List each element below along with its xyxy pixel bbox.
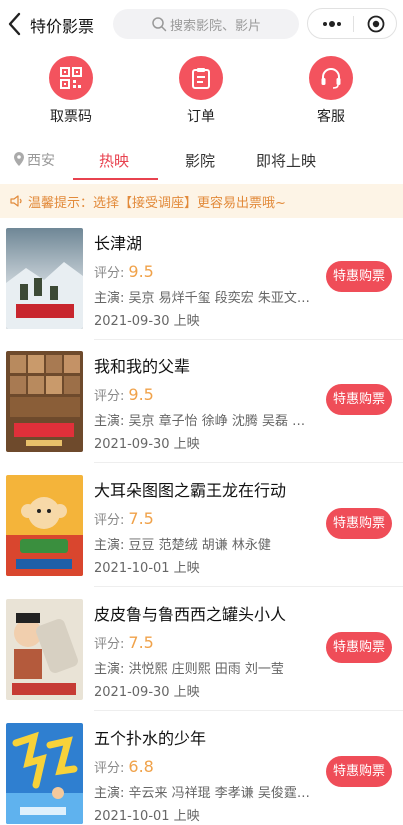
- location-pin-icon: [14, 152, 24, 166]
- tab-cinemas[interactable]: 影院: [185, 150, 215, 171]
- movie-title: 大耳朵图图之霸王龙在行动: [94, 481, 287, 500]
- movie-item[interactable]: 长津湖 评分: 9.5 主演: 吴京 易烊千玺 段奕宏 朱亚文… 2021-09-…: [0, 228, 403, 352]
- movie-item[interactable]: 皮皮鲁与鲁西西之罐头小人 评分: 7.5 主演: 洪悦熙 庄则熙 田雨 刘一莹 2…: [0, 599, 403, 723]
- movie-score-row: 评分: 7.5: [94, 509, 154, 528]
- movie-poster: [6, 475, 83, 576]
- buy-ticket-button[interactable]: 特惠购票: [326, 756, 392, 787]
- capsule-divider: [353, 16, 354, 32]
- score-label: 评分:: [94, 637, 125, 652]
- nav-bar: 特价影票 搜索影院、影片: [0, 0, 403, 48]
- tab-bar: 西安 热映 影院 即将上映: [0, 140, 403, 180]
- buy-ticket-button[interactable]: 特惠购票: [326, 384, 392, 415]
- movie-item[interactable]: 大耳朵图图之霸王龙在行动 评分: 7.5 主演: 豆豆 范楚绒 胡谦 林永健 20…: [0, 475, 403, 599]
- movie-score: 6.8: [128, 757, 154, 776]
- movie-release-date: 2021-10-01 上映: [94, 809, 200, 824]
- movie-score-row: 评分: 9.5: [94, 385, 154, 404]
- orders-button[interactable]: 订单: [161, 56, 241, 126]
- score-label: 评分:: [94, 513, 125, 528]
- score-label: 评分:: [94, 389, 125, 404]
- movie-score: 7.5: [128, 633, 154, 652]
- movie-item[interactable]: 五个扑水的少年 评分: 6.8 主演: 辛云来 冯祥琨 李孝谦 吴俊霆… 2021…: [0, 723, 403, 825]
- movie-cast: 主演: 豆豆 范楚绒 胡谦 林永健: [94, 538, 271, 553]
- tab-coming-soon[interactable]: 即将上映: [256, 150, 316, 171]
- movie-poster: [6, 723, 83, 824]
- orders-label: 订单: [187, 109, 215, 125]
- mini-program-capsule: [307, 8, 397, 39]
- buy-ticket-button[interactable]: 特惠购票: [326, 508, 392, 539]
- movie-cast: 主演: 辛云来 冯祥琨 李孝谦 吴俊霆…: [94, 786, 310, 801]
- movie-score-row: 评分: 6.8: [94, 757, 154, 776]
- qr-code-icon: [49, 56, 93, 100]
- notice-text: 温馨提示：选择【接受调座】更容易出票哦~: [28, 196, 286, 211]
- notice-banner: 温馨提示：选择【接受调座】更容易出票哦~: [0, 184, 403, 218]
- movie-release-date: 2021-09-30 上映: [94, 685, 200, 700]
- buy-ticket-button[interactable]: 特惠购票: [326, 261, 392, 292]
- movie-title: 长津湖: [94, 234, 143, 253]
- score-label: 评分:: [94, 266, 125, 281]
- divider: [94, 339, 403, 340]
- close-program-icon[interactable]: [367, 15, 385, 33]
- movie-poster: [6, 228, 83, 329]
- movie-cast: 主演: 吴京 章子怡 徐峥 沈腾 吴磊 …: [94, 414, 306, 429]
- clipboard-icon: [179, 56, 223, 100]
- search-icon: [152, 17, 167, 32]
- search-placeholder: 搜索影院、影片: [170, 19, 262, 34]
- divider: [94, 710, 403, 711]
- city-label: 西安: [27, 153, 55, 169]
- movie-release-date: 2021-09-30 上映: [94, 437, 200, 452]
- movie-poster: [6, 599, 83, 700]
- tab-now-showing[interactable]: 热映: [99, 150, 129, 171]
- speaker-icon: [10, 195, 22, 207]
- customer-service-button[interactable]: 客服: [291, 56, 371, 126]
- ticket-code-button[interactable]: 取票码: [31, 56, 111, 126]
- page-title: 特价影票: [30, 17, 95, 36]
- search-bar[interactable]: 搜索影院、影片: [113, 9, 299, 39]
- movie-title: 皮皮鲁与鲁西西之罐头小人: [94, 605, 287, 624]
- movie-cast: 主演: 洪悦熙 庄则熙 田雨 刘一莹: [94, 662, 284, 677]
- more-options-icon[interactable]: [322, 18, 342, 30]
- movie-release-date: 2021-10-01 上映: [94, 561, 200, 576]
- divider: [94, 462, 403, 463]
- movie-cast: 主演: 吴京 易烊千玺 段奕宏 朱亚文…: [94, 291, 310, 306]
- score-label: 评分:: [94, 761, 125, 776]
- ticket-code-label: 取票码: [50, 109, 92, 125]
- movie-score-row: 评分: 7.5: [94, 633, 154, 652]
- movie-score: 7.5: [128, 509, 154, 528]
- movie-poster: [6, 351, 83, 452]
- active-tab-indicator: [73, 178, 158, 180]
- movie-score: 9.5: [128, 262, 154, 281]
- movie-score: 9.5: [128, 385, 154, 404]
- divider: [94, 586, 403, 587]
- customer-service-label: 客服: [317, 109, 345, 125]
- back-arrow-icon[interactable]: [6, 11, 24, 37]
- headset-icon: [309, 56, 353, 100]
- movie-title: 我和我的父辈: [94, 357, 191, 376]
- buy-ticket-button[interactable]: 特惠购票: [326, 632, 392, 663]
- movie-item[interactable]: 我和我的父辈 评分: 9.5 主演: 吴京 章子怡 徐峥 沈腾 吴磊 … 2021…: [0, 351, 403, 475]
- movie-title: 五个扑水的少年: [94, 729, 207, 748]
- movie-release-date: 2021-09-30 上映: [94, 314, 200, 329]
- movie-score-row: 评分: 9.5: [94, 262, 154, 281]
